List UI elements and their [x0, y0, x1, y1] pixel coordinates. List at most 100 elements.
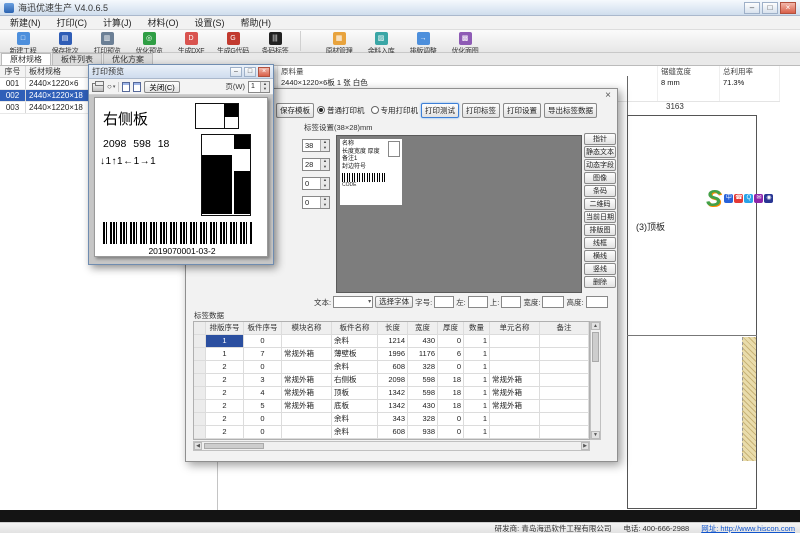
- size-spinner-4[interactable]: 0▲▼: [302, 196, 330, 209]
- menu-new[interactable]: 新建(N): [2, 16, 49, 30]
- preview-close-button[interactable]: 关闭(C): [144, 81, 179, 93]
- row-selector[interactable]: [194, 374, 206, 386]
- logo-letter: S: [706, 186, 721, 210]
- print-label-button[interactable]: 打印标签: [462, 103, 500, 118]
- printer-radio-2[interactable]: 专用打印机: [371, 105, 419, 116]
- hline-tool-button[interactable]: 横线: [584, 250, 616, 262]
- vscroll-thumb[interactable]: [592, 332, 599, 362]
- spinner-arrows: ▲▼: [320, 197, 329, 208]
- table-hscrollbar[interactable]: ◀ ▶: [193, 441, 590, 451]
- page-spinner[interactable]: 1 ▲ ▼: [248, 81, 270, 93]
- scroll-left-icon[interactable]: ◀: [194, 442, 202, 450]
- single-page-icon[interactable]: [122, 82, 130, 92]
- width-input[interactable]: [542, 296, 564, 308]
- preview-close-icon[interactable]: ×: [258, 67, 270, 77]
- table-cell: [540, 374, 589, 386]
- website-link[interactable]: 网址: http://www.hiscon.com: [701, 523, 795, 533]
- template-field-3[interactable]: 备注1: [342, 156, 400, 164]
- spinner-arrow-down-icon[interactable]: ▼: [320, 165, 329, 171]
- multi-page-icon[interactable]: [133, 82, 141, 92]
- preview-maximize-icon[interactable]: □: [244, 67, 256, 77]
- label-table-row[interactable]: 20余料60832801: [194, 361, 589, 374]
- static-text-tool-button[interactable]: 静态文本: [584, 146, 616, 158]
- qrcode-tool-button[interactable]: 二维码: [584, 198, 616, 210]
- table-cell: 常规外箱: [490, 400, 540, 412]
- label-table-row[interactable]: 23常规外箱右侧板2098598181常规外箱: [194, 374, 589, 387]
- row-selector[interactable]: [194, 348, 206, 360]
- zoom-icon[interactable]: ○ ▾: [107, 82, 115, 91]
- row-selector[interactable]: [194, 361, 206, 373]
- label-table-row[interactable]: 25常规外箱底板1342430181常规外箱: [194, 400, 589, 413]
- phone-icon[interactable]: ☎: [734, 194, 743, 203]
- label-table-row[interactable]: 20余料60893801: [194, 426, 589, 439]
- frame-tool-button[interactable]: 线框: [584, 237, 616, 249]
- spinner-arrow-down-icon[interactable]: ▼: [320, 203, 329, 209]
- barcode-tool-button[interactable]: 条码: [584, 185, 616, 197]
- lang-icon[interactable]: 中: [724, 194, 733, 203]
- maximize-icon[interactable]: □: [762, 2, 778, 14]
- image-tool-button[interactable]: 图像: [584, 172, 616, 184]
- choose-font-button[interactable]: 选择字体: [375, 296, 413, 308]
- menu-print[interactable]: 打印(C): [49, 16, 96, 30]
- table-vscrollbar[interactable]: ▲ ▼: [590, 321, 601, 440]
- qq-icon[interactable]: Q: [744, 194, 753, 203]
- dialog-close-icon[interactable]: ×: [605, 91, 611, 101]
- vline-tool-button[interactable]: 竖线: [584, 263, 616, 275]
- preview-minimize-icon[interactable]: –: [230, 67, 242, 77]
- menu-bar: 新建(N)打印(C)计算(J)材料(O)设置(S)帮助(H): [0, 16, 800, 30]
- web-icon[interactable]: ◉: [764, 194, 773, 203]
- scroll-up-icon[interactable]: ▲: [591, 322, 600, 330]
- designer-canvas[interactable]: 名称长度宽度 厚度备注1封边符号 CODE: [336, 135, 582, 293]
- scroll-down-icon[interactable]: ▼: [591, 431, 600, 439]
- row-selector[interactable]: [194, 387, 206, 399]
- close-icon[interactable]: ×: [780, 2, 796, 14]
- row-selector[interactable]: [194, 413, 206, 425]
- tab-raw-spec[interactable]: 原材规格: [1, 53, 51, 65]
- row-selector[interactable]: [194, 335, 206, 347]
- template-field-4[interactable]: 封边符号: [342, 164, 400, 172]
- spinner-down-icon[interactable]: ▼: [260, 87, 269, 92]
- minimize-icon[interactable]: –: [744, 2, 760, 14]
- table-cell: 2: [206, 374, 244, 386]
- template-label[interactable]: 名称长度宽度 厚度备注1封边符号 CODE: [340, 139, 402, 205]
- size-spinner-3[interactable]: 0▲▼: [302, 177, 330, 190]
- menu-settings[interactable]: 设置(S): [187, 16, 233, 30]
- scroll-right-icon[interactable]: ▶: [581, 442, 589, 450]
- print-icon[interactable]: [92, 83, 104, 92]
- dynamic-field-tool-button[interactable]: 动态字段: [584, 159, 616, 171]
- row-selector[interactable]: [194, 426, 206, 438]
- spinner-arrow-down-icon[interactable]: ▼: [320, 184, 329, 190]
- label-table-row[interactable]: 17常规外箱薄壁板1996117661: [194, 348, 589, 361]
- current-date-tool-button[interactable]: 当前日期: [584, 211, 616, 223]
- table-cell: 1: [464, 348, 490, 360]
- export-label-data-button[interactable]: 导出标签数据: [544, 103, 597, 118]
- pointer-tool-button[interactable]: 指针: [584, 133, 616, 145]
- menu-help[interactable]: 帮助(H): [233, 16, 280, 30]
- barcode-image: [103, 222, 253, 244]
- panel-name: 右侧板: [103, 108, 148, 129]
- table-cell: [282, 361, 332, 373]
- spinner-arrow-down-icon[interactable]: ▼: [320, 146, 329, 152]
- size-spinner-2[interactable]: 28▲▼: [302, 158, 330, 171]
- layout-diagram-tool-button[interactable]: 排版图: [584, 224, 616, 236]
- save-template-button[interactable]: 保存模板: [276, 103, 314, 118]
- hscroll-thumb[interactable]: [204, 443, 264, 449]
- print-test-button[interactable]: 打印测试: [421, 103, 459, 118]
- fontsize-input[interactable]: [434, 296, 454, 308]
- label-table-row[interactable]: 20余料34332801: [194, 413, 589, 426]
- left-input[interactable]: [468, 296, 488, 308]
- table-cell: 0: [244, 413, 282, 425]
- delete-tool-button[interactable]: 删除: [584, 276, 616, 288]
- top-input[interactable]: [501, 296, 521, 308]
- size-spinner-1[interactable]: 38▲▼: [302, 139, 330, 152]
- height-input[interactable]: [586, 296, 608, 308]
- print-setup-button[interactable]: 打印设置: [503, 103, 541, 118]
- label-table-row[interactable]: 10余料121443001: [194, 335, 589, 348]
- menu-material[interactable]: 材料(O): [140, 16, 187, 30]
- row-selector[interactable]: [194, 400, 206, 412]
- menu-calculate[interactable]: 计算(J): [95, 16, 140, 30]
- label-table-row[interactable]: 24常规外箱顶板1342598181常规外箱: [194, 387, 589, 400]
- text-select[interactable]: ▾: [333, 296, 373, 308]
- mail-icon[interactable]: ✉: [754, 194, 763, 203]
- printer-radio-1[interactable]: 普通打印机: [317, 105, 365, 116]
